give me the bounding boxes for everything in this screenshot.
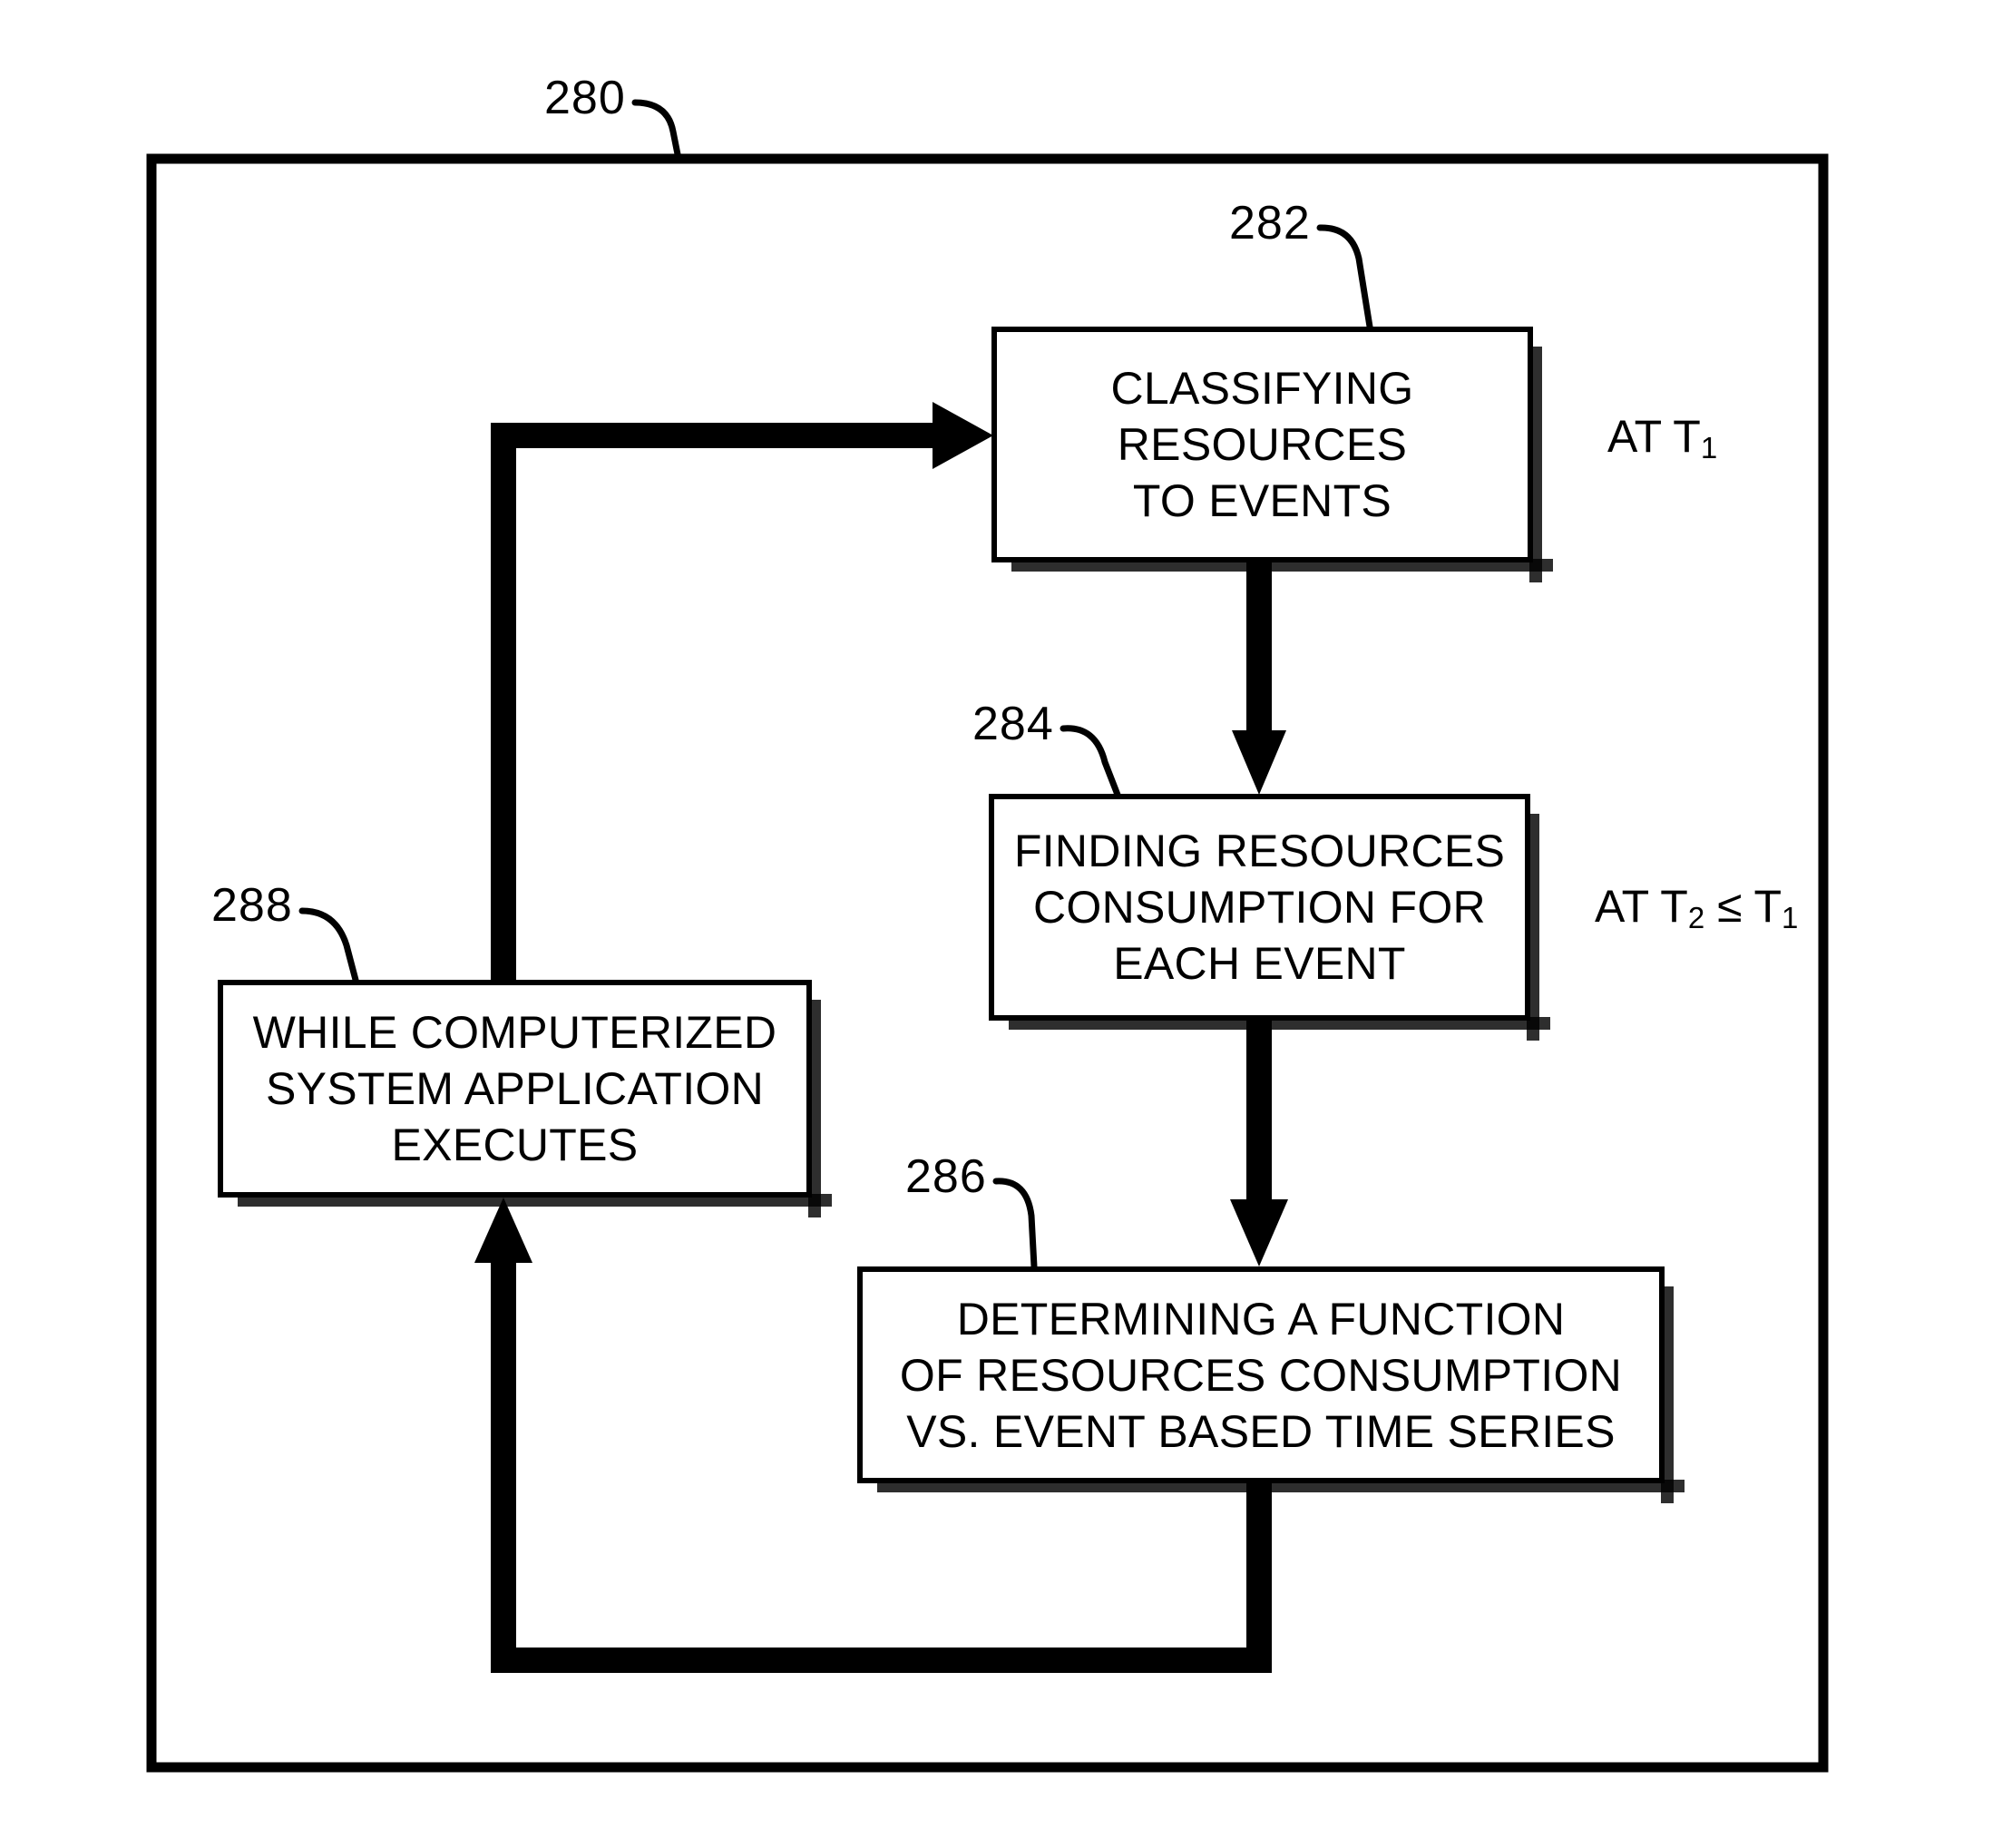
arrow-classifying-to-finding: [1232, 562, 1286, 795]
time-annotation-t1-subscript: 1: [1700, 431, 1718, 464]
outer-frame: [146, 153, 1829, 1773]
box-shadow-right: [1527, 814, 1539, 1041]
time-annotation-t2-operator: ≤ T: [1704, 881, 1782, 932]
process-box-while-executes: WHILE COMPUTERIZED SYSTEM APPLICATION EX…: [218, 980, 832, 1217]
box-shadow-right: [1661, 1286, 1674, 1503]
leader-line-282: [1316, 224, 1373, 330]
leader-line-286: [992, 1178, 1038, 1270]
process-box-label: FINDING RESOURCES CONSUMPTION FOR EACH E…: [1013, 826, 1506, 989]
arrow-finding-to-determining: [1230, 1021, 1288, 1266]
process-box-label: DETERMINING A FUNCTION OF RESOURCES CONS…: [899, 1293, 1623, 1457]
leader-line-284: [1060, 725, 1121, 798]
patent-figure-canvas: 280 282 284 286 288 CLASSIFYING RESOURCE…: [0, 0, 2002, 1848]
ref-numeral-288: 288: [211, 879, 293, 932]
box-shadow-bottom: [1011, 559, 1553, 572]
ref-numeral-284: 284: [972, 698, 1054, 750]
loop-while-to-classifying: [491, 423, 516, 980]
process-box-label: CLASSIFYING RESOURCES TO EVENTS: [1110, 363, 1414, 526]
time-annotation-t2-text: AT T: [1595, 881, 1688, 932]
time-annotation-t2-subscript: 2: [1687, 901, 1705, 934]
box-shadow-right: [1529, 347, 1542, 582]
arrow-to-classifying: [497, 402, 993, 469]
time-annotation-t2-tail-subscript: 1: [1782, 901, 1799, 934]
box-shadow-bottom: [1009, 1017, 1550, 1030]
time-annotation-t1: AT T1: [1607, 410, 1718, 464]
time-annotation-t2: AT T2 ≤ T1: [1595, 880, 1799, 934]
ref-numeral-282: 282: [1229, 197, 1311, 249]
box-shadow-right: [808, 1000, 821, 1217]
process-box-label: WHILE COMPUTERIZED SYSTEM APPLICATION EX…: [252, 1007, 777, 1170]
process-box-classifying-resources: CLASSIFYING RESOURCES TO EVENTS: [991, 327, 1553, 582]
leader-line-280: [631, 99, 682, 162]
ref-numeral-280: 280: [544, 72, 626, 124]
box-shadow-bottom: [877, 1480, 1685, 1492]
time-annotation-t1-text: AT T: [1607, 411, 1701, 462]
process-box-finding-consumption: FINDING RESOURCES CONSUMPTION FOR EACH E…: [989, 794, 1550, 1041]
process-box-determining-function: DETERMINING A FUNCTION OF RESOURCES CONS…: [857, 1266, 1685, 1503]
leader-line-288: [298, 907, 359, 983]
ref-numeral-286: 286: [905, 1150, 987, 1203]
box-shadow-bottom: [238, 1194, 832, 1207]
